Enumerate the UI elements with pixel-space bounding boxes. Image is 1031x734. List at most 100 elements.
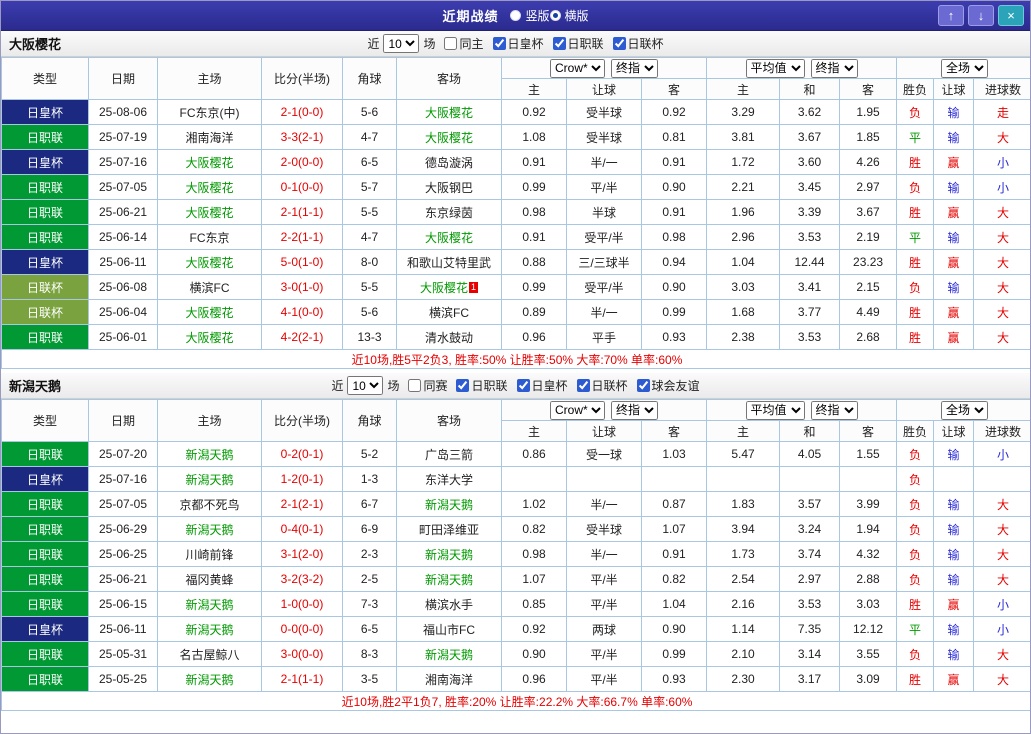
sub-col-header: 客 — [839, 78, 898, 100]
handicap-away-odds-cell: 0.90 — [640, 616, 708, 642]
sub-col-header: 和 — [779, 420, 841, 442]
filter-checkbox[interactable]: 日职联 — [456, 377, 508, 394]
avg-home-odds-cell: 2.38 — [706, 324, 781, 350]
filter-checkbox-label: 日联杯 — [627, 37, 664, 51]
odds-company-select[interactable]: Crow* — [550, 58, 605, 78]
score-cell: 0-2(0-1) — [261, 441, 343, 467]
handicap-line-cell: 受半球 — [566, 516, 642, 542]
score-cell: 2-2(1-1) — [261, 224, 343, 250]
home-team-cell: FC东京(中) — [157, 99, 262, 125]
scope-select[interactable]: 全场 — [941, 400, 989, 420]
date-cell: 25-06-08 — [88, 274, 158, 300]
filter-checkbox-label: 球会友谊 — [651, 379, 700, 393]
scope-header: 全场 — [896, 57, 1030, 79]
goals-result-cell: 大 — [973, 541, 1030, 567]
away-team-cell: 新潟天鹅 — [396, 566, 502, 592]
home-team-cell: 大阪樱花 — [157, 174, 262, 200]
handicap-home-odds-cell: 0.99 — [501, 274, 567, 300]
match-count-select[interactable]: 10 — [347, 376, 384, 395]
odds-company-select[interactable]: Crow* — [550, 400, 605, 420]
match-row: 日职联 25-07-19 湘南海洋 3-3(2-1) 4-7 大阪樱花 1.08 受半球 0.8… — [1, 124, 1030, 150]
away-team-cell: 大阪樱花 — [396, 99, 502, 125]
filter-checkbox-input[interactable] — [492, 37, 506, 50]
col-header: 客场 — [396, 399, 502, 442]
filter-checkbox[interactable]: 同赛 — [408, 377, 447, 394]
result-cell: 负 — [896, 274, 935, 300]
filter-checkbox[interactable]: 日联杯 — [612, 35, 664, 52]
close-button[interactable]: × — [998, 5, 1024, 26]
avg-draw-odds-cell: 3.60 — [779, 149, 841, 175]
result-cell: 平 — [896, 124, 935, 150]
filter-checkbox-input[interactable] — [408, 379, 422, 392]
corners-cell: 5-6 — [342, 299, 397, 325]
home-team-cell: 横滨FC — [157, 274, 262, 300]
sub-col-header: 主 — [501, 420, 567, 442]
corners-cell: 6-7 — [342, 491, 397, 517]
handicap-home-odds-cell: 0.89 — [501, 299, 567, 325]
avg-odds-header: 平均值 终指 — [706, 399, 898, 421]
date-cell: 25-08-06 — [88, 99, 158, 125]
filter-checkbox-input[interactable] — [576, 379, 590, 392]
col-header: 角球 — [342, 57, 397, 100]
avg-home-odds-cell: 3.29 — [706, 99, 781, 125]
col-header: 日期 — [88, 57, 158, 100]
avg-select[interactable]: 平均值 — [745, 58, 805, 78]
filter-checkbox-input[interactable] — [444, 37, 458, 50]
score-cell: 3-0(0-0) — [261, 641, 343, 667]
league-cell: 日职联 — [1, 199, 89, 225]
date-cell: 25-07-05 — [88, 491, 158, 517]
avg-draw-odds-cell: 4.05 — [779, 441, 841, 467]
avg-odds-header: 平均值 终指 — [706, 57, 898, 79]
date-cell: 25-06-11 — [88, 616, 158, 642]
filter-checkbox[interactable]: 日职联 — [552, 35, 604, 52]
scope-select[interactable]: 全场 — [941, 58, 989, 78]
radio-circle-icon — [510, 10, 522, 21]
layout-radio-vertical[interactable]: 竖版 — [510, 7, 550, 24]
corners-cell: 8-3 — [342, 641, 397, 667]
avg-away-odds-cell: 2.19 — [839, 224, 898, 250]
score-cell: 4-2(2-1) — [261, 324, 343, 350]
layout-radio-horizontal[interactable]: 横版 — [549, 7, 589, 24]
avg-stage-select[interactable]: 终指 — [810, 400, 858, 420]
filter-checkbox-input[interactable] — [552, 37, 566, 50]
avg-away-odds-cell: 4.32 — [839, 541, 898, 567]
filter-checkbox[interactable]: 日皇杯 — [492, 35, 544, 52]
league-cell: 日皇杯 — [1, 616, 89, 642]
match-row: 日皇杯 25-06-11 大阪樱花 5-0(1-0) 8-0 和歌山艾特里武 0.88 三/三… — [1, 249, 1030, 275]
scroll-down-button[interactable]: ↓ — [968, 5, 994, 26]
scroll-up-button[interactable]: ↑ — [938, 5, 964, 26]
filter-checkbox-input[interactable] — [636, 379, 650, 392]
filter-checkbox[interactable]: 球会友谊 — [636, 377, 700, 394]
filter-checkbox[interactable]: 日皇杯 — [516, 377, 568, 394]
filter-checkbox-input[interactable] — [516, 379, 530, 392]
league-cell: 日皇杯 — [1, 99, 89, 125]
avg-stage-select[interactable]: 终指 — [810, 58, 858, 78]
match-count-select[interactable]: 10 — [383, 34, 420, 53]
handicap-result-cell: 输 — [933, 641, 975, 667]
col-header: 角球 — [342, 399, 397, 442]
odds-stage-select[interactable]: 终指 — [611, 58, 658, 78]
filter-checkbox[interactable]: 日联杯 — [576, 377, 628, 394]
avg-draw-odds-cell: 3.24 — [779, 516, 841, 542]
goals-result-cell: 小 — [973, 149, 1030, 175]
filter-checkbox-input[interactable] — [456, 379, 470, 392]
avg-away-odds-cell: 2.15 — [839, 274, 898, 300]
team-section: 新潟天鹅近 10 场同赛 日职联 日皇杯 日联杯 球会友谊 类型 日期 主场 比分(半场) 角球 客场 C… — [1, 373, 1030, 711]
summary-row: 近10场,胜5平2负3, 胜率:50% 让胜率:50% 大率:70% 单率:60… — [1, 349, 1030, 369]
handicap-line-cell: 受半球 — [566, 99, 642, 125]
result-cell: 平 — [896, 224, 935, 250]
avg-draw-odds-cell: 3.53 — [779, 224, 841, 250]
home-team-cell: 京都不死鸟 — [157, 491, 262, 517]
avg-select[interactable]: 平均值 — [745, 400, 805, 420]
goals-result-cell: 大 — [973, 566, 1030, 592]
odds-stage-select[interactable]: 终指 — [611, 400, 658, 420]
away-team-cell: 大阪钢巴 — [396, 174, 502, 200]
filter-checkbox-input[interactable] — [612, 37, 626, 50]
radio-circle-icon — [549, 10, 561, 21]
match-row: 日联杯 25-06-08 横滨FC 3-0(1-0) 5-5 大阪樱花 1 0.99 受平/半 0… — [1, 274, 1030, 300]
date-cell: 25-06-29 — [88, 516, 158, 542]
handicap-result-cell: 输 — [933, 124, 975, 150]
avg-home-odds-cell: 1.83 — [706, 491, 781, 517]
league-cell: 日皇杯 — [1, 149, 89, 175]
filter-checkbox[interactable]: 同主 — [444, 35, 484, 52]
